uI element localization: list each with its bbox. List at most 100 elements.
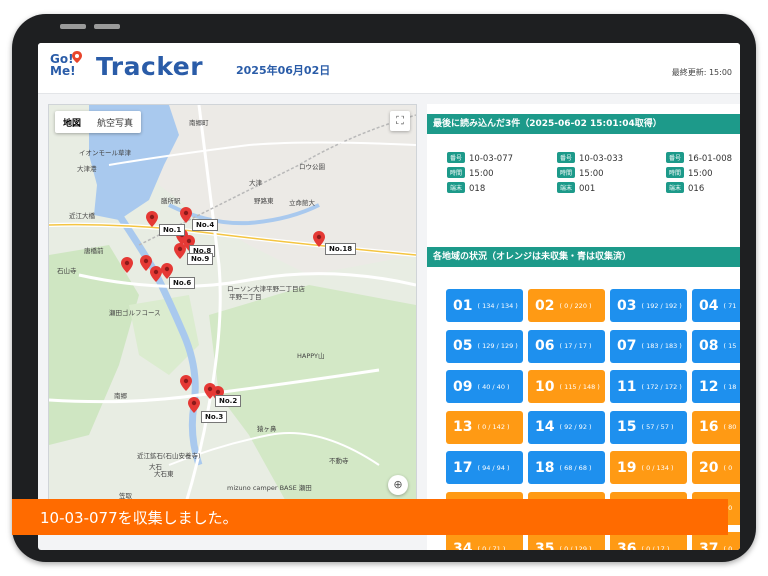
locate-icon[interactable]: ⊕ [388, 475, 408, 495]
marker-label[interactable]: No.18 [325, 243, 357, 255]
region-count: ( 0 / 17 ) [641, 544, 670, 551]
marker-label[interactable]: No.6 [169, 277, 196, 289]
fullscreen-icon[interactable]: ⛶ [390, 111, 410, 131]
recent-time: 15:00 [579, 169, 604, 179]
region-cell-19[interactable]: 19 ( 0 / 134 ) [610, 451, 687, 484]
region-cell-07[interactable]: 07 ( 183 / 183 ) [610, 329, 687, 363]
map-pin-icon[interactable] [180, 207, 192, 223]
region-cell-09[interactable]: 09 ( 40 / 40 ) [446, 370, 523, 403]
region-cell-16[interactable]: 16 ( 80 [692, 410, 740, 444]
region-cell-15[interactable]: 15 ( 57 / 57 ) [610, 410, 687, 444]
place-label: 平野二丁目 [229, 293, 262, 301]
region-cell-12[interactable]: 12 ( 18 [692, 370, 740, 403]
terminal-badge: 端末 [447, 182, 466, 193]
region-id: 12 [699, 378, 719, 395]
region-count: ( 172 / 172 ) [641, 382, 682, 391]
logo-text-bottom: Me! [50, 64, 76, 78]
region-count: ( 18 [723, 382, 737, 391]
place-label: 立命館大 [289, 199, 315, 207]
region-count: ( 40 / 40 ) [477, 382, 510, 391]
number-badge: 番号 [447, 152, 466, 163]
place-label: 大石東 [154, 470, 174, 478]
tablet-frame: Go! Me! Tracker 2025年06月02日 最終更新: 15:00 [12, 14, 756, 562]
recent-time: 15:00 [469, 169, 494, 179]
region-cell-05[interactable]: 05 ( 129 / 129 ) [446, 329, 523, 363]
region-id: 02 [535, 297, 555, 314]
region-id: 11 [617, 378, 637, 395]
marker-label[interactable]: No.9 [187, 253, 214, 265]
region-count: ( 134 / 134 ) [477, 301, 518, 310]
place-label: 野路東 [254, 197, 274, 205]
marker-label[interactable]: No.2 [215, 395, 242, 407]
region-count: ( 92 / 92 ) [559, 423, 592, 431]
region-cell-02[interactable]: 02 ( 0 / 220 ) [528, 289, 605, 322]
status-panel: 最後に読み込んだ3件（2025-06-02 15:01:04取得） 番号 10-0… [427, 104, 740, 550]
region-cell-01[interactable]: 01 ( 134 / 134 ) [446, 289, 523, 322]
region-id: 17 [453, 459, 473, 476]
region-id: 08 [699, 338, 719, 354]
recent-number: 10-03-033 [579, 154, 624, 164]
region-count: ( 68 / 68 ) [559, 463, 592, 472]
region-count: ( 0 / 71 ) [477, 544, 506, 551]
region-count: ( 129 / 129 ) [477, 342, 518, 350]
region-cell-03[interactable]: 03 ( 192 / 192 ) [610, 289, 687, 322]
marker-label[interactable]: No.1 [159, 224, 186, 236]
region-cell-11[interactable]: 11 ( 172 / 172 ) [610, 370, 687, 403]
region-id: 37 [699, 540, 719, 551]
region-cell-04[interactable]: 04 ( 71 [692, 289, 740, 322]
logo-pin-icon [72, 51, 82, 63]
recent-terminal: 001 [579, 184, 596, 194]
tab-map[interactable]: 地図 [55, 111, 89, 133]
place-label: 大津港 [77, 165, 97, 173]
region-id: 35 [535, 540, 555, 551]
place-label: 瀬田ゴルフコース [109, 309, 161, 317]
volume-button [94, 24, 120, 29]
app-logo[interactable]: Go! Me! [50, 51, 84, 83]
map-pin-icon[interactable] [174, 243, 186, 259]
app-title: Tracker [96, 52, 204, 81]
marker-label[interactable]: No.4 [192, 219, 219, 231]
place-label: 猿ヶ鼻 [257, 425, 277, 433]
region-cell-17[interactable]: 17 ( 94 / 94 ) [446, 451, 523, 484]
map-pin-icon[interactable] [188, 397, 200, 413]
recent-time: 15:00 [688, 169, 713, 179]
region-id: 15 [617, 419, 637, 435]
recent-terminal: 018 [469, 184, 486, 194]
place-label: 唐橋前 [84, 247, 104, 255]
place-label: 石山寺 [57, 267, 77, 275]
place-label: HAPPY山 [297, 352, 325, 360]
terminal-badge: 端末 [666, 182, 685, 193]
region-count: ( 115 / 148 ) [559, 382, 600, 391]
region-cell-18[interactable]: 18 ( 68 / 68 ) [528, 451, 605, 484]
region-id: 06 [535, 338, 555, 354]
place-label: イオンモール草津 [79, 149, 131, 157]
map-pin-icon[interactable] [313, 231, 325, 247]
last-updated: 最終更新: 15:00 [671, 68, 732, 77]
place-label: 近江大橋 [69, 212, 95, 220]
map-pin-icon[interactable] [121, 257, 133, 273]
region-id: 18 [535, 459, 555, 476]
region-cell-20[interactable]: 20 ( 0 [692, 451, 740, 484]
marker-label[interactable]: No.3 [201, 411, 228, 423]
region-cell-13[interactable]: 13 ( 0 / 142 ) [446, 410, 523, 444]
region-id: 05 [453, 338, 473, 354]
toast-message: 10-03-077を収集しました。 [40, 509, 238, 527]
region-cell-06[interactable]: 06 ( 17 / 17 ) [528, 329, 605, 363]
recent-number: 16-01-008 [688, 154, 733, 164]
region-count: ( 17 / 17 ) [559, 342, 592, 350]
tab-satellite[interactable]: 航空写真 [89, 111, 141, 133]
map-pin-icon[interactable] [180, 375, 192, 391]
map-type-tabs: 地図 航空写真 [55, 111, 142, 133]
region-cell-08[interactable]: 08 ( 15 [692, 329, 740, 363]
recent-number: 10-03-077 [469, 154, 514, 164]
region-id: 16 [699, 419, 719, 435]
region-cell-10[interactable]: 10 ( 115 / 148 ) [528, 370, 605, 403]
regions-section-title: 各地域の状況（オレンジは未収集・青は収集済） [427, 247, 740, 267]
region-cell-14[interactable]: 14 ( 92 / 92 ) [528, 410, 605, 444]
map-view[interactable]: 地図 航空写真 ⛶ ⊕ 南郷町 ロウ公園 膳所駅 近江大橋 野路東 立命館大 H… [48, 104, 417, 526]
region-id: 34 [453, 540, 473, 551]
region-id: 04 [699, 297, 719, 314]
region-id: 14 [535, 419, 555, 435]
map-pin-icon[interactable] [146, 211, 158, 227]
place-label: 近江鉱石(石山安養寺) [137, 452, 201, 460]
